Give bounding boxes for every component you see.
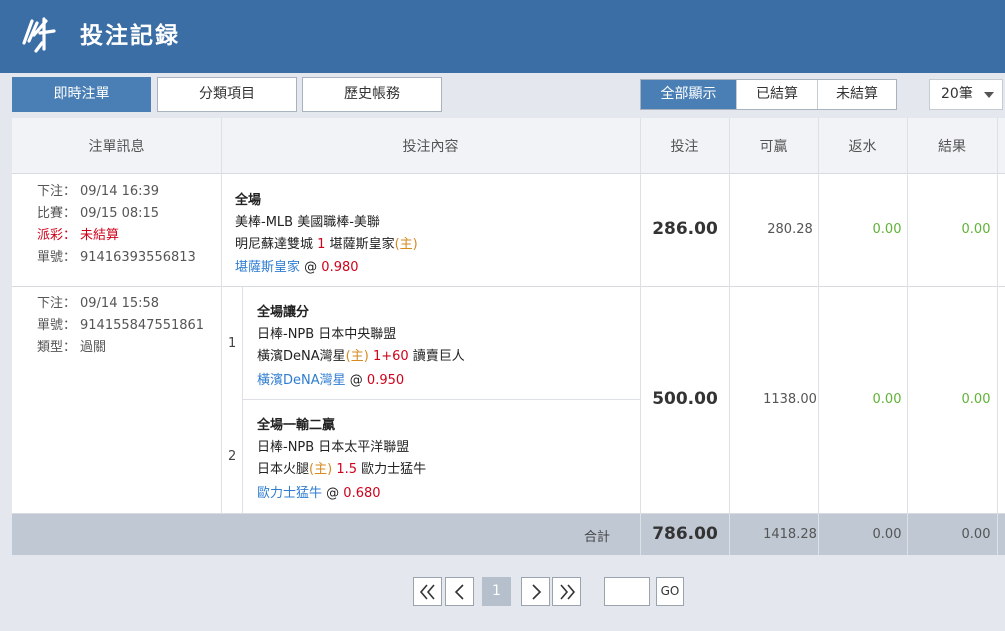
page-size-select[interactable]: 20筆 [929, 79, 1003, 110]
caret-down-icon [984, 92, 994, 98]
tab-categories[interactable]: 分類項目 [157, 77, 297, 112]
info-payout: 派彩： 未結算 [37, 228, 120, 243]
chevron-right-icon [531, 584, 541, 600]
leg-league: 日棒-NPB 日本太平洋聯盟 [257, 440, 410, 455]
chevron-left-icon [454, 584, 464, 600]
next-page-button[interactable] [521, 577, 550, 606]
filter-settled[interactable]: 已結算 [737, 80, 817, 109]
total-win: 1418.28 [763, 527, 817, 542]
col-divider [640, 118, 641, 555]
table-row: 下注： 09/14 16:39 比賽： 09/15 08:15 派彩： 未結算 單號：… [12, 174, 1005, 287]
tab-history[interactable]: 歷史帳務 [302, 77, 442, 112]
col-bet-info: 注單訊息 [88, 139, 145, 155]
table-row: 下注： 09/14 15:58 單號： 914155847551861 類型： 過關 … [12, 287, 1005, 514]
league-name: 美棒-MLB 美國職棒-美聯 [235, 215, 380, 230]
info-bet-kind: 類型： 過關 [37, 340, 107, 355]
info-bet-time: 下注： 09/14 15:58 [37, 296, 160, 311]
leg-index: 1 [228, 336, 237, 351]
page-title: 投注記録 [80, 22, 180, 49]
col-divider [729, 118, 730, 555]
current-page[interactable]: 1 [482, 577, 511, 606]
settlement-filter: 全部顯示 已結算 未結算 [640, 79, 897, 110]
col-divider [221, 118, 222, 514]
col-rebate: 返水 [848, 139, 877, 155]
matchup: 明尼蘇達雙城 1 堪薩斯皇家(主) [235, 237, 418, 252]
total-result: 0.00 [961, 527, 991, 542]
col-result: 結果 [938, 139, 966, 155]
col-divider [997, 118, 998, 555]
leg-pick-odds: 歐力士猛牛 @ 0.680 [257, 486, 381, 501]
info-bet-time: 下注： 09/14 16:39 [37, 184, 160, 199]
leg-divider [243, 399, 640, 400]
leg-bet-type: 全場讓分 [257, 305, 310, 320]
col-divider [818, 118, 819, 555]
leg-pick-odds: 橫濱DeNA灣星 @ 0.950 [257, 373, 405, 388]
total-rebate: 0.00 [872, 527, 902, 542]
rebate-value: 0.00 [872, 392, 902, 407]
col-bet-content: 投注內容 [402, 139, 459, 155]
col-win: 可贏 [759, 139, 788, 155]
leg-matchup: 日本火腿(主) 1.5 歐力士猛牛 [257, 462, 427, 477]
page-number-input[interactable] [604, 577, 650, 606]
filter-unsettled[interactable]: 未結算 [818, 80, 896, 109]
col-divider [907, 118, 908, 555]
page-size-value: 20筆 [941, 86, 973, 102]
double-chevron-left-icon [419, 584, 435, 600]
leg-index-divider [242, 287, 243, 513]
first-page-button[interactable] [413, 577, 442, 606]
tab-live-bets[interactable]: 即時注單 [12, 77, 151, 112]
prev-page-button[interactable] [445, 577, 474, 606]
result-value: 0.00 [961, 222, 991, 237]
bet-type: 全場 [235, 193, 262, 208]
filter-all[interactable]: 全部顯示 [641, 80, 736, 109]
table-header: 注單訊息 投注內容 投注 可贏 返水 結果 [12, 118, 1005, 174]
logo-icon [22, 17, 56, 53]
total-stake: 786.00 [652, 524, 718, 544]
win-value: 280.28 [767, 222, 813, 237]
total-label: 合計 [584, 530, 611, 545]
leg-index: 2 [228, 449, 237, 464]
double-chevron-right-icon [559, 584, 575, 600]
total-row: 合計 786.00 1418.28 0.00 0.00 [12, 514, 1005, 555]
col-stake: 投注 [670, 139, 699, 155]
toolbar: 即時注單 分類項目 歷史帳務 全部顯示 已結算 未結算 20筆 [0, 73, 1005, 118]
result-value: 0.00 [961, 392, 991, 407]
info-match-time: 比賽： 09/15 08:15 [37, 206, 160, 221]
last-page-button[interactable] [552, 577, 581, 606]
go-button[interactable]: GO [656, 577, 684, 606]
rebate-value: 0.00 [872, 222, 902, 237]
leg-league: 日棒-NPB 日本中央聯盟 [257, 327, 397, 342]
pick-odds: 堪薩斯皇家 @ 0.980 [235, 260, 359, 275]
leg-bet-type: 全場一輸二贏 [257, 418, 336, 433]
leg-matchup: 橫濱DeNA灣星(主) 1+60 讀賣巨人 [257, 349, 465, 364]
app-header: 投注記録 [0, 0, 1005, 73]
info-ticket-no: 單號： 91416393556813 [37, 250, 196, 265]
info-ticket-no: 單號： 914155847551861 [37, 318, 205, 333]
win-value: 1138.00 [763, 392, 817, 407]
stake-value: 500.00 [652, 389, 718, 409]
stake-value: 286.00 [652, 219, 718, 239]
